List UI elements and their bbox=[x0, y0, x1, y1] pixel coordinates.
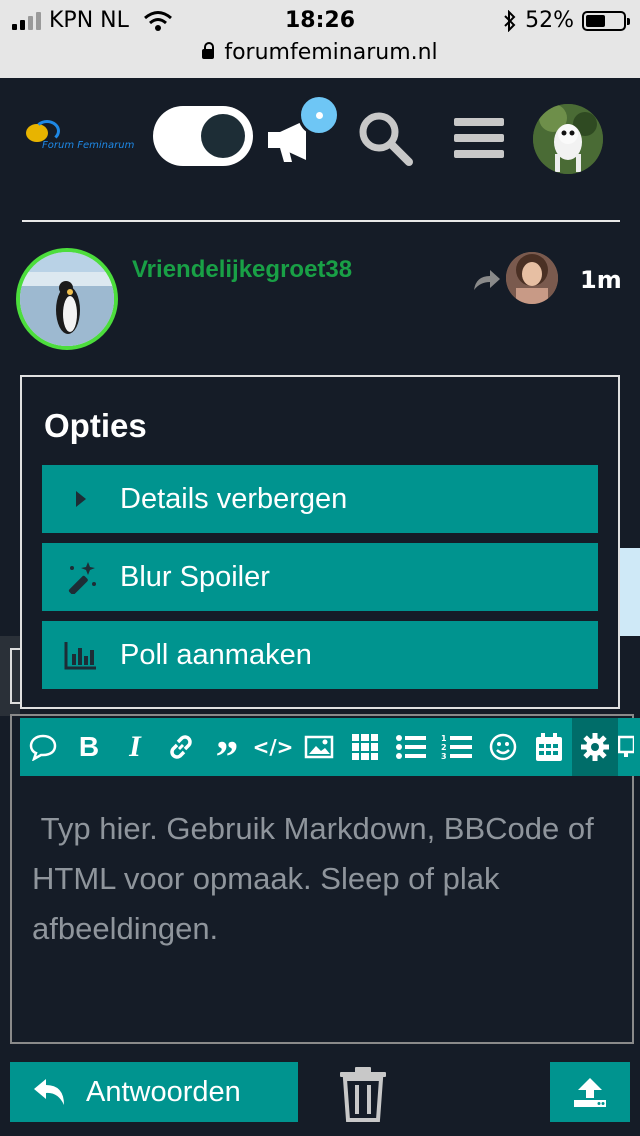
url-text: forumfeminarum.nl bbox=[224, 40, 438, 65]
svg-text:2: 2 bbox=[441, 743, 447, 752]
notification-badge[interactable] bbox=[298, 94, 340, 136]
trash-icon[interactable] bbox=[338, 1066, 388, 1122]
grid-icon[interactable] bbox=[342, 718, 388, 776]
blur-spoiler-button[interactable]: Blur Spoiler bbox=[42, 543, 598, 611]
calendar-icon[interactable] bbox=[526, 718, 572, 776]
reply-button-label: Antwoorden bbox=[86, 1075, 241, 1108]
lock-icon bbox=[202, 42, 215, 59]
background-panel-edge-left bbox=[0, 636, 20, 716]
site-logo[interactable]: Forum Feminarum bbox=[22, 118, 134, 158]
woman-avatar-image bbox=[506, 252, 558, 304]
gear-icon[interactable] bbox=[572, 718, 618, 776]
logo-swirl bbox=[34, 120, 60, 142]
theme-toggle[interactable] bbox=[153, 106, 253, 166]
blur-spoiler-label: Blur Spoiler bbox=[120, 560, 270, 593]
link-icon[interactable] bbox=[158, 718, 204, 776]
reply-textarea[interactable] bbox=[12, 794, 640, 1044]
bold-icon[interactable]: B bbox=[66, 718, 112, 776]
details-hide-button[interactable]: Details verbergen bbox=[42, 465, 598, 533]
blockquote-icon[interactable]: ” bbox=[204, 709, 250, 785]
reply-to-icon[interactable] bbox=[470, 264, 502, 296]
bluetooth-icon bbox=[504, 9, 516, 32]
battery-percent: 52% bbox=[525, 8, 574, 33]
hamburger-menu-icon[interactable] bbox=[448, 108, 508, 168]
bar-chart-icon bbox=[64, 642, 96, 670]
poster-avatar[interactable] bbox=[16, 248, 118, 350]
logo-text: Forum Feminarum bbox=[42, 140, 135, 151]
emoji-icon[interactable] bbox=[480, 718, 526, 776]
preview-icon[interactable] bbox=[618, 718, 638, 776]
user-avatar[interactable] bbox=[533, 104, 603, 174]
background-panel-edge bbox=[618, 548, 640, 636]
status-bar: KPN NL 18:26 52% forumfeminarum.nl bbox=[0, 0, 640, 78]
editor-toolbar: B I ” </> 123 bbox=[20, 718, 640, 782]
search-icon[interactable] bbox=[355, 108, 415, 168]
create-poll-label: Poll aanmaken bbox=[120, 638, 312, 671]
code-icon[interactable]: </> bbox=[250, 718, 296, 776]
system-indicators: 52% bbox=[503, 8, 630, 33]
reply-button[interactable]: Antwoorden bbox=[10, 1062, 298, 1122]
image-icon[interactable] bbox=[296, 718, 342, 776]
italic-icon[interactable]: I bbox=[112, 718, 158, 776]
reply-to-avatar[interactable] bbox=[506, 252, 558, 304]
toggle-knob bbox=[201, 114, 245, 158]
post-time: 1m bbox=[580, 266, 622, 294]
magic-wand-icon bbox=[68, 562, 96, 594]
bullet-list-icon[interactable] bbox=[388, 718, 434, 776]
create-poll-button[interactable]: Poll aanmaken bbox=[42, 621, 598, 689]
penguin-avatar-image bbox=[20, 252, 114, 346]
background-box bbox=[10, 648, 20, 704]
post-username[interactable]: Vriendelijkegroet38 bbox=[132, 256, 352, 284]
header-divider bbox=[22, 220, 620, 222]
options-popup: Opties Details verbergen Blur Spoiler Po… bbox=[20, 375, 620, 709]
numbered-list-icon[interactable]: 123 bbox=[434, 718, 480, 776]
reply-editor: B I ” </> 123 bbox=[10, 714, 640, 1044]
lemur-avatar-image bbox=[533, 104, 603, 174]
details-hide-label: Details verbergen bbox=[120, 482, 348, 515]
svg-text:3: 3 bbox=[441, 752, 447, 761]
upload-icon bbox=[574, 1078, 606, 1107]
reply-icon bbox=[34, 1079, 64, 1105]
options-title: Opties bbox=[44, 407, 147, 444]
upload-button[interactable] bbox=[550, 1062, 630, 1122]
battery-icon bbox=[582, 10, 630, 31]
caret-right-icon bbox=[76, 491, 86, 507]
svg-text:1: 1 bbox=[441, 734, 447, 743]
quote-bubble-icon[interactable] bbox=[20, 718, 66, 776]
address-bar[interactable]: forumfeminarum.nl bbox=[0, 40, 640, 65]
site-header: Forum Feminarum bbox=[0, 78, 640, 196]
